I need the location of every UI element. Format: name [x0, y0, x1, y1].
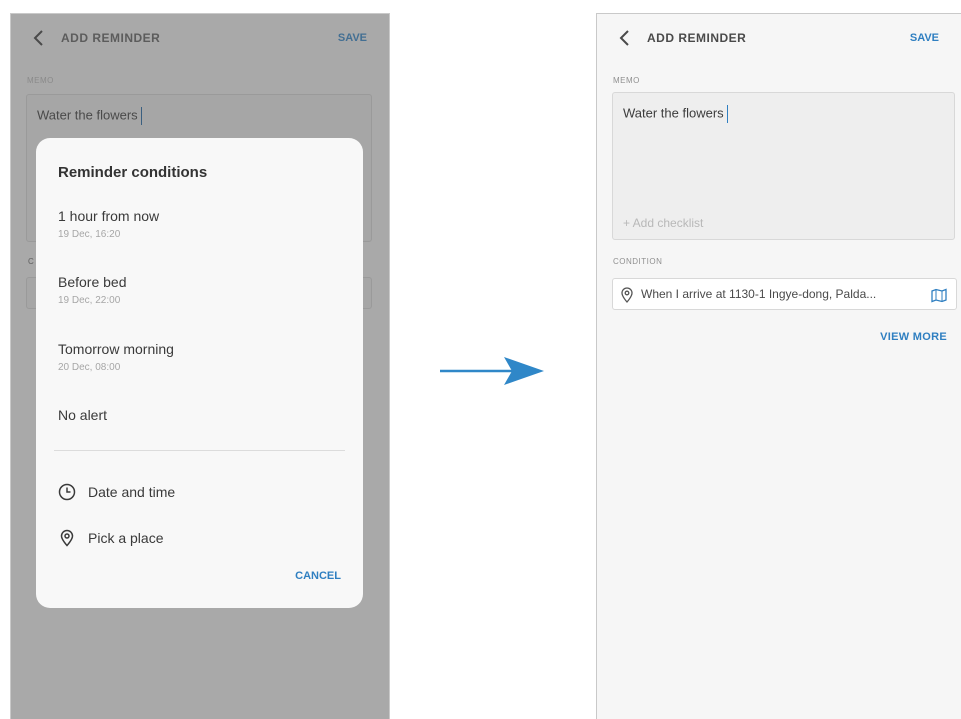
- condition-label: C: [28, 257, 34, 266]
- option-1-hour[interactable]: 1 hour from now 19 Dec, 16:20: [58, 208, 338, 240]
- memo-label: MEMO: [27, 76, 54, 85]
- chevron-left-icon[interactable]: [615, 28, 635, 48]
- page-title: ADD REMINDER: [61, 31, 161, 45]
- divider: [54, 450, 345, 451]
- text-cursor: [140, 107, 143, 125]
- after-screen: ADD REMINDER SAVE MEMO Water the flowers…: [596, 13, 961, 719]
- option-tomorrow-morning[interactable]: Tomorrow morning 20 Dec, 08:00: [58, 341, 338, 373]
- dialog-title: Reminder conditions: [58, 164, 208, 181]
- memo-field[interactable]: Water the flowers + Add checklist: [612, 92, 955, 240]
- clock-icon: [58, 483, 76, 501]
- option-label: No alert: [58, 407, 108, 423]
- app-bar: ADD REMINDER SAVE: [11, 14, 389, 64]
- option-time: 19 Dec, 22:00: [58, 295, 121, 306]
- reminder-conditions-dialog: Reminder conditions 1 hour from now 19 D…: [36, 138, 363, 608]
- view-more-button[interactable]: VIEW MORE: [880, 331, 947, 343]
- option-before-bed[interactable]: Before bed 19 Dec, 22:00: [58, 274, 338, 306]
- app-bar: ADD REMINDER SAVE: [597, 14, 961, 64]
- condition-label: CONDITION: [613, 257, 663, 266]
- option-no-alert[interactable]: No alert: [58, 407, 338, 423]
- date-and-time-label: Date and time: [88, 484, 176, 500]
- memo-text: Water the flowers: [37, 107, 143, 125]
- option-label: Tomorrow morning: [58, 341, 174, 357]
- option-label: 1 hour from now: [58, 208, 160, 224]
- condition-text: When I arrive at 1130-1 Ingye-dong, Pald…: [641, 287, 877, 301]
- option-time: 20 Dec, 08:00: [58, 362, 121, 373]
- cancel-button[interactable]: CANCEL: [295, 570, 341, 582]
- condition-field[interactable]: When I arrive at 1130-1 Ingye-dong, Pald…: [612, 278, 957, 310]
- memo-label: MEMO: [613, 76, 640, 85]
- page-title: ADD REMINDER: [647, 31, 747, 45]
- pick-a-place-option[interactable]: Pick a place: [58, 528, 258, 550]
- pick-a-place-label: Pick a place: [88, 530, 164, 546]
- text-cursor: [726, 105, 729, 123]
- option-label: Before bed: [58, 274, 127, 290]
- option-time: 19 Dec, 16:20: [58, 229, 121, 240]
- save-button[interactable]: SAVE: [910, 32, 939, 44]
- location-pin-icon: [60, 529, 74, 547]
- before-screen: ADD REMINDER SAVE MEMO Water the flowers…: [10, 13, 390, 719]
- memo-text: Water the flowers: [623, 105, 729, 123]
- right-arrow-icon: [440, 357, 544, 385]
- add-checklist-button[interactable]: + Add checklist: [623, 216, 703, 230]
- date-and-time-option[interactable]: Date and time: [58, 482, 258, 504]
- location-pin-icon: [621, 287, 633, 303]
- chevron-left-icon[interactable]: [29, 28, 49, 48]
- save-button[interactable]: SAVE: [338, 32, 367, 44]
- map-icon[interactable]: [930, 286, 948, 304]
